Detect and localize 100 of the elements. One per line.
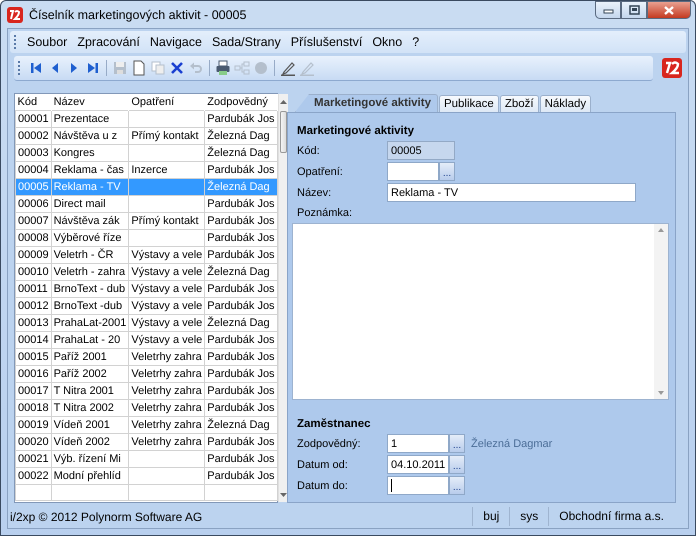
table-row[interactable]: 00002 Návštěva u z Přímý kontakt Železná Dag <box>16 128 278 144</box>
input-field[interactable]: 04.10.2011 <box>387 455 449 474</box>
table-row[interactable]: 00008 Výběrové říze Pardubák Jos <box>16 230 278 246</box>
input-field[interactable] <box>387 476 449 495</box>
field-label: Datum od: <box>297 458 349 470</box>
table-cell: Pardubák Jos <box>204 298 278 314</box>
table-row[interactable]: 00015 Paříž 2001 Veletrhy zahra Pardubák Jos <box>16 348 278 366</box>
table-cell: Pardubák Jos <box>204 110 278 128</box>
input-field: 00005 <box>387 141 455 160</box>
table-cell: Výstavy a vele <box>128 298 205 314</box>
table-cell: Výstavy a vele <box>128 246 205 264</box>
table-row[interactable]: 00019 Vídeň 2001 Veletrhy zahra Železná Dag <box>16 416 278 434</box>
column-header[interactable]: Kód <box>16 94 52 110</box>
table-cell: 00015 <box>16 348 52 366</box>
table-cell: Veletrhy zahra <box>128 400 205 416</box>
menu-item[interactable]: Příslušenství <box>286 35 368 49</box>
column-header[interactable]: Název <box>51 94 129 110</box>
table-cell: 00006 <box>16 196 52 212</box>
lookup-button[interactable]: ... <box>449 476 465 495</box>
new-icon[interactable] <box>131 60 147 76</box>
table-cell: 00005 <box>16 178 52 196</box>
input-field[interactable] <box>387 162 439 181</box>
print-icon[interactable] <box>215 60 231 76</box>
table-cell: PrahaLat - 20 <box>51 332 129 348</box>
table-row[interactable]: 00018 T Nitra 2002 Veletrhy zahra Pardubák Jos <box>16 400 278 416</box>
app-logo-icon <box>662 58 682 78</box>
table-cell: 00014 <box>16 332 52 348</box>
scroll-down-icon[interactable] <box>658 391 664 395</box>
table-cell: Železná Dag <box>204 264 278 280</box>
field-label: Název: <box>297 186 332 198</box>
table-cell: Vídeň 2001 <box>51 416 129 434</box>
table-row[interactable]: 00003 Kongres Železná Dag <box>16 144 278 162</box>
app-logo-icon <box>7 6 23 22</box>
tab[interactable]: Marketingové aktivity <box>295 94 438 112</box>
table-row[interactable]: 00009 Veletrh - ČR Výstavy a vele Pardubák Jos <box>16 246 278 264</box>
menu-item[interactable]: Okno <box>367 35 408 49</box>
table-cell: Veletrh - zahra <box>51 264 129 280</box>
scrollbar[interactable] <box>278 94 288 502</box>
input-field[interactable]: Reklama - TV <box>387 183 636 202</box>
table-row[interactable]: 00006 Direct mail Pardubák Jos <box>16 196 278 212</box>
close-button[interactable] <box>647 1 691 19</box>
table-row[interactable]: 00021 Výb. řízení Mi Pardubák Jos <box>16 450 278 468</box>
table-row[interactable]: 00020 Vídeň 2002 Veletrhy zahra Pardubák Jos <box>16 434 278 450</box>
table-cell: 00001 <box>16 110 52 128</box>
menu-item[interactable]: Navigace <box>144 35 207 49</box>
scroll-up-icon[interactable] <box>658 228 664 232</box>
table-cell: 00003 <box>16 144 52 162</box>
menu-item[interactable]: Sada/Strany <box>206 35 286 49</box>
input-field[interactable]: 1 <box>387 434 449 453</box>
pen-icon[interactable] <box>280 60 296 76</box>
field-label: Kód: <box>297 144 321 156</box>
table-row[interactable]: 00010 Veletrh - zahra Výstavy a vele Železná Dag <box>16 264 278 280</box>
table-cell: Pardubák Jos <box>204 450 278 468</box>
menu-item[interactable]: Soubor <box>22 35 72 49</box>
maximize-button[interactable] <box>621 1 647 19</box>
table-row[interactable]: 00016 Paříž 2002 Veletrhy zahra Pardubák Jos <box>16 366 278 382</box>
tab[interactable]: Náklady <box>540 95 592 112</box>
table-cell: Veletrhy zahra <box>128 348 205 366</box>
table-row[interactable]: 00017 T Nitra 2001 Veletrhy zahra Pardubák Jos <box>16 382 278 400</box>
lookup-button[interactable]: ... <box>439 162 455 181</box>
menu-item[interactable]: ? <box>407 35 424 49</box>
table-row[interactable]: 00012 BrnoText -dub Výstavy a vele Pardubák Jos <box>16 298 278 314</box>
table-row[interactable]: 00011 BrnoText - dub Výstavy a vele Pardubák Jos <box>16 280 278 298</box>
table-cell: Pardubák Jos <box>204 434 278 450</box>
column-header[interactable]: Zodpovědný <box>204 94 278 110</box>
table-cell: 00009 <box>16 246 52 264</box>
maximize-icon[interactable] <box>628 5 640 15</box>
table-cell: 00011 <box>16 280 52 298</box>
menu-item[interactable]: Zpracování <box>72 35 145 49</box>
table-row[interactable]: 00013 PrahaLat-2001 Výstavy a vele Železná Dag <box>16 314 278 332</box>
lookup-button[interactable]: ... <box>449 434 465 453</box>
lookup-button[interactable]: ... <box>449 455 465 474</box>
table-cell: Výběrové říze <box>51 230 129 246</box>
scroll-down-icon[interactable] <box>278 492 288 498</box>
scroll-up-icon[interactable] <box>278 98 288 104</box>
table-row[interactable]: 00014 PrahaLat - 20 Výstavy a vele Pardubák Jos <box>16 332 278 348</box>
table-cell: Přímý kontakt <box>128 128 205 144</box>
table-cell: Kongres <box>51 144 129 162</box>
table-cell: Pardubák Jos <box>204 468 278 484</box>
close-icon[interactable] <box>663 4 675 16</box>
table-cell: Paříž 2001 <box>51 348 129 366</box>
field-label: Zodpovědný: <box>297 438 362 450</box>
minimize-button[interactable] <box>595 1 621 19</box>
column-header[interactable]: Opatření <box>128 94 205 110</box>
tab[interactable]: Publikace <box>438 95 499 112</box>
table-cell: 00018 <box>16 400 52 416</box>
scroll-thumb[interactable] <box>280 111 287 153</box>
table-row[interactable]: 00022 Modní přehlíd Pardubák Jos <box>16 468 278 484</box>
section-heading: Marketingové aktivity <box>297 125 415 137</box>
note-field[interactable] <box>292 223 669 400</box>
table-row[interactable]: 00001 Prezentace Pardubák Jos <box>16 110 278 128</box>
table-row[interactable]: 00007 Návštěva zák Přímý kontakt Pardubák Jos <box>16 212 278 230</box>
table-cell: 00007 <box>16 212 52 230</box>
employee-name: Železná Dagmar <box>471 438 552 450</box>
database-status: sys <box>509 507 548 526</box>
table-cell: Výstavy a vele <box>128 332 205 348</box>
table-cell: 00021 <box>16 450 52 468</box>
tab[interactable]: Zboží <box>500 95 539 112</box>
delete-icon[interactable] <box>169 60 185 76</box>
table-cell: Pardubák Jos <box>204 280 278 298</box>
